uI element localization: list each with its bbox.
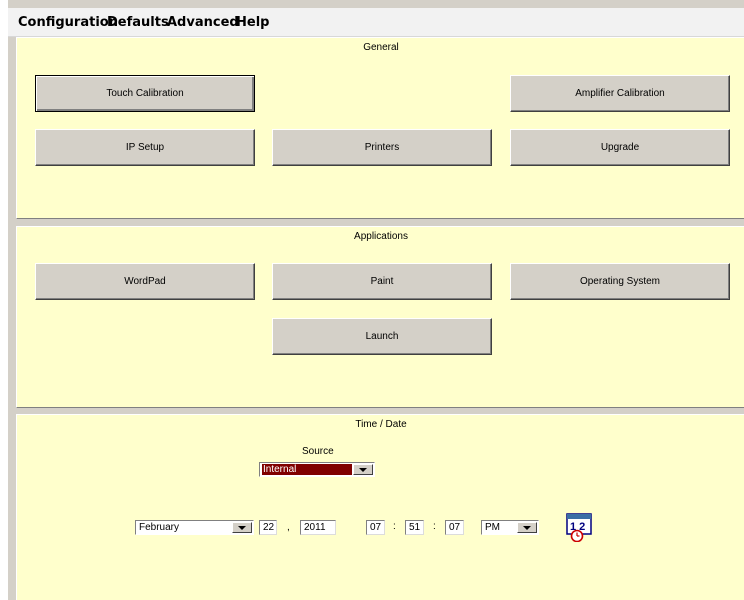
general-title: General bbox=[363, 42, 399, 53]
menu-help[interactable]: Help bbox=[236, 15, 269, 30]
upgrade-label: Upgrade bbox=[600, 142, 640, 153]
hour-field[interactable]: 07 bbox=[366, 520, 385, 535]
month-select[interactable]: February bbox=[135, 520, 254, 535]
chevron-down-icon[interactable] bbox=[353, 464, 373, 475]
ampm-select[interactable]: PM bbox=[481, 520, 539, 535]
touch-calibration-label: Touch Calibration bbox=[106, 88, 184, 99]
launch-label: Launch bbox=[365, 331, 399, 342]
operating-system-button[interactable]: Operating System bbox=[510, 263, 730, 300]
applications-panel: Applications WordPad Paint Operating Sys… bbox=[16, 226, 744, 408]
chevron-down-icon[interactable] bbox=[232, 522, 252, 533]
source-label: Source bbox=[302, 446, 334, 457]
menu-configuration[interactable]: Configuration bbox=[18, 15, 118, 30]
month-value: February bbox=[139, 522, 180, 533]
day-field[interactable]: 22 bbox=[259, 520, 277, 535]
wordpad-button[interactable]: WordPad bbox=[35, 263, 255, 300]
operating-system-label: Operating System bbox=[579, 276, 661, 287]
menu-bar: Configuration Defaults Advanced Help bbox=[8, 8, 744, 37]
ip-setup-button[interactable]: IP Setup bbox=[35, 129, 255, 166]
wordpad-label: WordPad bbox=[124, 276, 166, 287]
applications-title: Applications bbox=[354, 231, 408, 242]
time-separator: : bbox=[393, 521, 396, 532]
source-select[interactable]: Internal bbox=[259, 462, 375, 477]
paint-button[interactable]: Paint bbox=[272, 263, 492, 300]
launch-button[interactable]: Launch bbox=[272, 318, 492, 355]
time-separator: : bbox=[433, 521, 436, 532]
minute-field[interactable]: 51 bbox=[405, 520, 424, 535]
date-separator: , bbox=[287, 522, 290, 533]
paint-label: Paint bbox=[370, 276, 394, 287]
upgrade-button[interactable]: Upgrade bbox=[510, 129, 730, 166]
amplifier-calibration-label: Amplifier Calibration bbox=[575, 88, 665, 99]
ampm-value: PM bbox=[485, 522, 500, 533]
source-value: Internal bbox=[262, 464, 352, 475]
printers-button[interactable]: Printers bbox=[272, 129, 492, 166]
chevron-down-icon[interactable] bbox=[517, 522, 537, 533]
year-field[interactable]: 2011 bbox=[300, 520, 336, 535]
menu-defaults[interactable]: Defaults bbox=[107, 15, 169, 30]
ip-setup-label: IP Setup bbox=[125, 142, 165, 153]
printers-label: Printers bbox=[364, 142, 400, 153]
menu-advanced[interactable]: Advanced bbox=[167, 15, 239, 30]
touch-calibration-button[interactable]: Touch Calibration bbox=[35, 75, 255, 112]
second-field[interactable]: 07 bbox=[445, 520, 464, 535]
amplifier-calibration-button[interactable]: Amplifier Calibration bbox=[510, 75, 730, 112]
calendar-clock-icon[interactable]: 1 2 bbox=[565, 512, 595, 543]
general-panel: General Touch Calibration Amplifier Cali… bbox=[16, 37, 744, 219]
time-date-title: Time / Date bbox=[355, 419, 407, 430]
time-date-panel: Time / Date Source Internal February 22 … bbox=[16, 414, 744, 600]
